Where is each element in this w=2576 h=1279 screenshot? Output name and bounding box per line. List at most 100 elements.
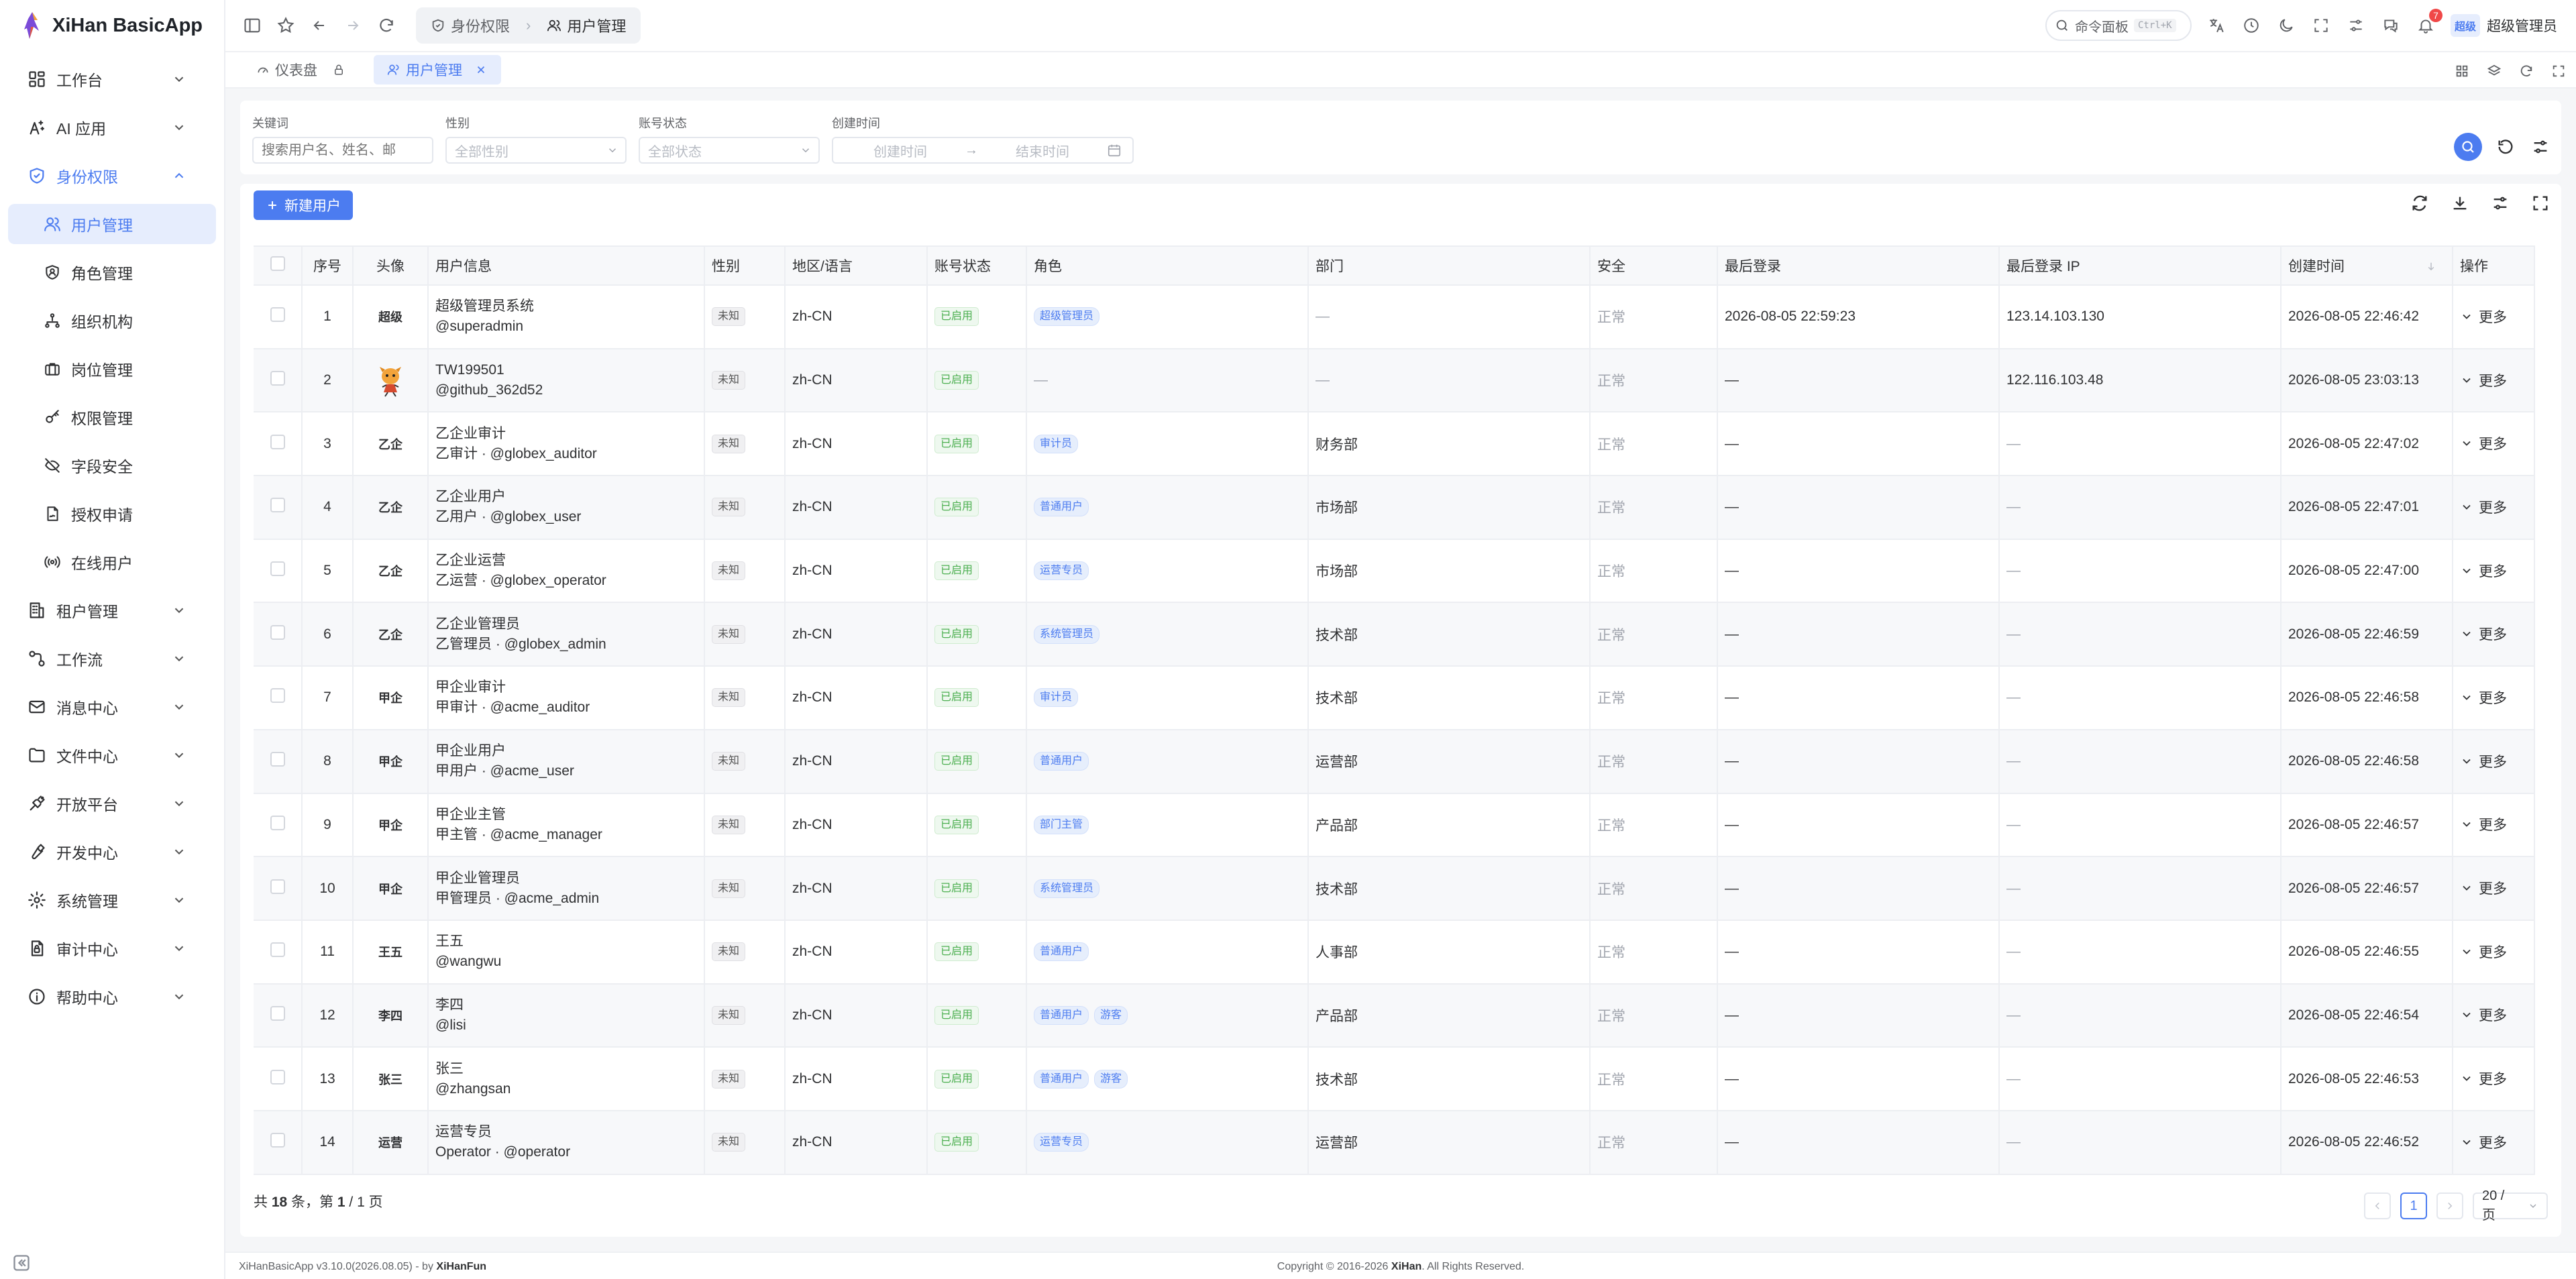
sidebar-item-2-4[interactable]: 权限管理: [8, 397, 216, 437]
refresh-table-icon[interactable]: [2410, 193, 2430, 213]
tab-user-management[interactable]: 用户管理: [374, 55, 501, 85]
more-actions-button[interactable]: 更多: [2460, 1132, 2507, 1152]
sidebar-toggle-icon[interactable]: [239, 12, 266, 39]
sidebar-group-5[interactable]: 消息中心: [8, 687, 216, 727]
maximize-icon[interactable]: [2551, 63, 2567, 79]
sidebar-group-7[interactable]: 开放平台: [8, 783, 216, 824]
row-checkbox[interactable]: [270, 498, 285, 513]
sidebar-group-0[interactable]: 工作台: [8, 59, 216, 99]
more-actions-button[interactable]: 更多: [2460, 687, 2507, 708]
user-menu[interactable]: 超级 超级管理员: [2450, 14, 2557, 37]
more-actions-button[interactable]: 更多: [2460, 307, 2507, 327]
sidebar-item-2-5[interactable]: 字段安全: [8, 445, 216, 486]
clock-icon[interactable]: [2241, 15, 2261, 36]
app-logo[interactable]: XiHan BasicApp: [0, 0, 224, 51]
table-row[interactable]: 6 乙企 乙企业管理员 乙管理员 · @globex_admin 未知 zh-CN 已启用 系…: [254, 602, 2535, 667]
sidebar-group-6[interactable]: 文件中心: [8, 735, 216, 775]
row-checkbox[interactable]: [270, 561, 285, 577]
prev-page-button[interactable]: [2364, 1192, 2391, 1219]
more-actions-button[interactable]: 更多: [2460, 878, 2507, 898]
status-select[interactable]: 全部状态: [639, 137, 820, 164]
tab-dashboard[interactable]: 仪表盘: [243, 55, 359, 85]
row-checkbox[interactable]: [270, 371, 285, 386]
new-user-button[interactable]: 新建用户: [254, 190, 353, 220]
next-page-button[interactable]: [2436, 1192, 2463, 1219]
forward-icon[interactable]: [339, 12, 366, 39]
close-icon[interactable]: [474, 63, 488, 76]
more-actions-button[interactable]: 更多: [2460, 370, 2507, 390]
table-fullscreen-icon[interactable]: [2530, 193, 2551, 213]
translate-icon[interactable]: [2206, 15, 2226, 36]
sidebar-group-8[interactable]: 开发中心: [8, 832, 216, 872]
advanced-filter-button[interactable]: [2529, 135, 2552, 158]
row-checkbox[interactable]: [270, 307, 285, 323]
more-actions-button[interactable]: 更多: [2460, 814, 2507, 834]
sidebar-group-10[interactable]: 审计中心: [8, 928, 216, 968]
sidebar-item-2-2[interactable]: 组织机构: [8, 300, 216, 341]
sidebar-group-3[interactable]: 租户管理: [8, 590, 216, 630]
sidebar-item-2-0[interactable]: 用户管理: [8, 204, 216, 244]
row-checkbox[interactable]: [270, 942, 285, 958]
sidebar-item-2-3[interactable]: 岗位管理: [8, 349, 216, 389]
table-row[interactable]: 3 乙企 乙企业审计 乙审计 · @globex_auditor 未知 zh-CN 已启用 审…: [254, 412, 2535, 477]
row-checkbox[interactable]: [270, 688, 285, 704]
footer-brand-link[interactable]: XiHan: [1391, 1261, 1421, 1272]
sidebar-item-2-6[interactable]: 授权申请: [8, 494, 216, 534]
table-row[interactable]: 2 TW199501 @github_362d52 未知 zh-CN 已启用 — — 正常 — 12…: [254, 348, 2535, 413]
collapse-sidebar-icon[interactable]: [12, 1254, 31, 1272]
settings-sliders-icon[interactable]: [2346, 15, 2366, 36]
star-icon[interactable]: [272, 12, 299, 39]
sidebar-item-2-7[interactable]: 在线用户: [8, 542, 216, 582]
table-row[interactable]: 5 乙企 乙企业运营 乙运营 · @globex_operator 未知 zh-CN 已启用…: [254, 539, 2535, 604]
sidebar-group-9[interactable]: 系统管理: [8, 880, 216, 920]
table-row[interactable]: 10 甲企 甲企业管理员 甲管理员 · @acme_admin 未知 zh-CN 已启用 系统…: [254, 856, 2535, 921]
sidebar-group-11[interactable]: 帮助中心: [8, 977, 216, 1017]
table-row[interactable]: 13 张三 张三 @zhangsan 未知 zh-CN 已启用 普通用户 游客 技术部 正常 — —20…: [254, 1047, 2535, 1111]
column-settings-icon[interactable]: [2490, 193, 2510, 213]
more-actions-button[interactable]: 更多: [2460, 751, 2507, 771]
more-actions-button[interactable]: 更多: [2460, 1005, 2507, 1025]
breadcrumb-item-identity[interactable]: 身份权限: [431, 15, 510, 36]
table-row[interactable]: 1 超级 超级管理员系统 @superadmin 未知 zh-CN 已启用 超级管理员 — 正常 2…: [254, 285, 2535, 349]
more-actions-button[interactable]: 更多: [2460, 942, 2507, 962]
row-checkbox[interactable]: [270, 752, 285, 767]
row-checkbox[interactable]: [270, 434, 285, 449]
table-row[interactable]: 14 运营 运营专员 Operator · @operator 未知 zh-CN 已启用 运营…: [254, 1110, 2535, 1175]
layers-icon[interactable]: [2486, 63, 2502, 79]
refresh-icon[interactable]: [373, 12, 400, 39]
row-checkbox[interactable]: [270, 815, 285, 830]
more-actions-button[interactable]: 更多: [2460, 1068, 2507, 1089]
sidebar-group-4[interactable]: 工作流: [8, 638, 216, 679]
download-icon[interactable]: [2450, 193, 2470, 213]
reset-button[interactable]: [2494, 135, 2517, 158]
more-actions-button[interactable]: 更多: [2460, 497, 2507, 517]
table-row[interactable]: 9 甲企 甲企业主管 甲主管 · @acme_manager 未知 zh-CN 已启用 部门主…: [254, 793, 2535, 858]
table-row[interactable]: 7 甲企 甲企业审计 甲审计 · @acme_auditor 未知 zh-CN 已启用 审计员…: [254, 666, 2535, 730]
table-row[interactable]: 4 乙企 乙企业用户 乙用户 · @globex_user 未知 zh-CN 已启用 普通用户…: [254, 476, 2535, 540]
breadcrumb-item-users[interactable]: 用户管理: [547, 15, 626, 36]
row-checkbox[interactable]: [270, 624, 285, 640]
sidebar-group-2[interactable]: 身份权限: [8, 156, 216, 196]
sort-icon[interactable]: [2425, 260, 2437, 272]
row-checkbox[interactable]: [270, 1005, 285, 1021]
bell-icon[interactable]: 7: [2416, 9, 2443, 36]
column-header-sortable[interactable]: 创建时间: [2281, 245, 2453, 286]
sidebar-item-2-1[interactable]: 角色管理: [8, 252, 216, 292]
row-checkbox[interactable]: [270, 1069, 285, 1085]
moon-icon[interactable]: [2276, 15, 2296, 36]
table-row[interactable]: 12 李四 李四 @lisi 未知 zh-CN 已启用 普通用户 游客 产品部 正常 — —2026-0…: [254, 983, 2535, 1048]
more-actions-button[interactable]: 更多: [2460, 561, 2507, 581]
command-palette-button[interactable]: 命令面板 Ctrl+K: [2045, 10, 2192, 41]
table-row[interactable]: 11 王五 王五 @wangwu 未知 zh-CN 已启用 普通用户 人事部 正常 — —2026-0…: [254, 920, 2535, 985]
keyword-input[interactable]: [252, 137, 433, 164]
table-row[interactable]: 8 甲企 甲企业用户 甲用户 · @acme_user 未知 zh-CN 已启用 普通用户 运营…: [254, 729, 2535, 794]
sidebar-group-1[interactable]: AI 应用: [8, 107, 216, 148]
reload-icon[interactable]: [2518, 63, 2534, 79]
grid-icon[interactable]: [2454, 63, 2470, 79]
row-checkbox[interactable]: [270, 879, 285, 894]
more-actions-button[interactable]: 更多: [2460, 433, 2507, 453]
row-checkbox[interactable]: [270, 1133, 285, 1148]
chat-icon[interactable]: [2381, 15, 2401, 36]
page-number[interactable]: 1: [2400, 1192, 2427, 1219]
gender-select[interactable]: 全部性别: [445, 137, 627, 164]
